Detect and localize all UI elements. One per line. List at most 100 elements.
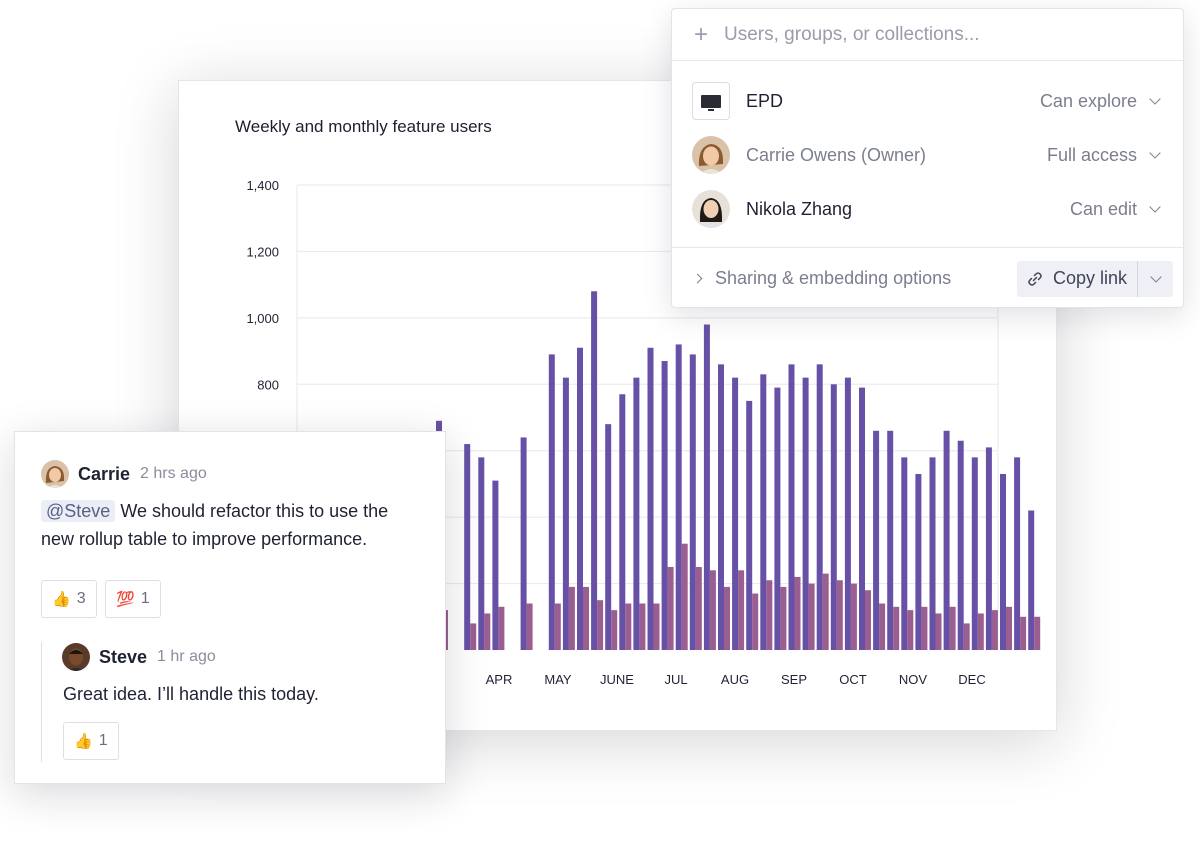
monthly-bar xyxy=(695,566,702,650)
x-tick-label: JUNE xyxy=(600,672,634,687)
weekly-bar xyxy=(746,400,753,650)
plus-icon: + xyxy=(694,20,709,48)
weekly-bar xyxy=(985,447,992,650)
reaction-hundred[interactable]: 💯 1 xyxy=(105,580,161,618)
copy-link-dropdown[interactable] xyxy=(1137,260,1173,297)
weekly-bar xyxy=(1000,473,1006,650)
reaction-thumbs-up[interactable]: 👍 1 xyxy=(63,722,119,760)
weekly-bar xyxy=(760,374,767,650)
share-row-epd: EPD Can explore xyxy=(692,81,1161,121)
monthly-bar xyxy=(865,590,871,650)
sharing-options-toggle[interactable]: Sharing & embedding options xyxy=(715,268,1017,289)
monthly-bar xyxy=(470,623,477,650)
comment-author[interactable]: Carrie xyxy=(78,464,130,485)
monthly-bar xyxy=(893,606,900,650)
weekly-bar xyxy=(901,457,908,650)
comment-author[interactable]: Steve xyxy=(99,647,147,668)
avatar xyxy=(692,136,730,174)
weekly-bar xyxy=(520,437,527,650)
x-tick-label: JUL xyxy=(664,672,687,687)
permission-dropdown[interactable]: Can explore xyxy=(1039,90,1161,112)
monthly-bar xyxy=(949,606,956,650)
monthly-bar xyxy=(822,573,829,650)
y-tick-label: 1,400 xyxy=(246,178,279,193)
avatar xyxy=(692,190,730,228)
share-search-input[interactable]: + Users, groups, or collections... xyxy=(672,9,1183,61)
monthly-bar xyxy=(738,570,745,650)
permission-label: Can explore xyxy=(1039,90,1137,111)
x-tick-label: APR xyxy=(486,672,513,687)
x-tick-label: DEC xyxy=(958,672,985,687)
chevron-right-icon xyxy=(692,273,703,284)
permission-label: Full access xyxy=(1046,144,1137,165)
weekly-bar xyxy=(873,430,880,650)
monthly-bar xyxy=(850,583,857,650)
chevron-down-icon xyxy=(1149,93,1161,105)
monthly-bar xyxy=(597,600,604,650)
weekly-bar xyxy=(605,424,612,650)
weekly-bar xyxy=(718,364,724,650)
chevron-down-icon xyxy=(1149,270,1162,283)
comment-text: @Steve We should refactor this to use th… xyxy=(41,497,431,553)
monthly-bar xyxy=(484,613,491,650)
reply-text: Great idea. I’ll handle this today. xyxy=(63,684,319,704)
monthly-bar xyxy=(780,586,787,650)
x-tick-label: OCT xyxy=(839,672,867,687)
copy-link-label: Copy link xyxy=(1052,268,1127,288)
monthly-bar xyxy=(568,586,575,650)
monthly-bar xyxy=(639,603,646,650)
weekly-bar xyxy=(478,457,485,650)
weekly-bar xyxy=(675,344,682,650)
weekly-bar xyxy=(1014,457,1021,650)
monthly-bar xyxy=(554,603,561,650)
link-icon xyxy=(1028,271,1042,286)
reaction-count: 1 xyxy=(140,590,150,607)
weekly-bar xyxy=(591,291,598,650)
monthly-bar xyxy=(766,580,773,650)
mention-chip[interactable]: @Steve xyxy=(41,500,116,522)
monthly-bar xyxy=(611,610,618,650)
weekly-bar xyxy=(830,384,837,650)
permission-label: Can edit xyxy=(1069,198,1137,219)
reply-header: Steve 1 hr ago xyxy=(62,643,216,671)
monthly-bar xyxy=(935,613,942,650)
copy-link-button[interactable]: Copy link xyxy=(1017,261,1137,297)
y-tick-label: 800 xyxy=(257,377,279,392)
monthly-bar xyxy=(526,603,533,650)
x-tick-label: AUG xyxy=(721,672,749,687)
chevron-down-icon xyxy=(1149,147,1161,159)
chevron-down-icon xyxy=(1149,201,1161,213)
weekly-bar xyxy=(887,430,894,650)
share-footer: Sharing & embedding options Copy link xyxy=(672,247,1183,309)
monthly-bar xyxy=(583,586,589,650)
weekly-bar xyxy=(915,473,922,650)
monthly-bar xyxy=(836,580,843,650)
reaction-thumbs-up[interactable]: 👍 3 xyxy=(41,580,97,618)
weekly-bar xyxy=(774,387,781,650)
share-row-nikola: Nikola Zhang Can edit xyxy=(692,189,1161,229)
permission-dropdown[interactable]: Can edit xyxy=(1069,198,1161,220)
permission-dropdown[interactable]: Full access xyxy=(1046,144,1161,166)
comment-line: new rollup table to improve performance. xyxy=(41,529,368,549)
monthly-bar xyxy=(653,603,660,650)
monthly-bar xyxy=(991,610,998,650)
weekly-bar xyxy=(619,394,626,650)
hundred-points-icon: 💯 xyxy=(116,591,135,608)
monthly-bar xyxy=(977,613,984,650)
weekly-bar xyxy=(971,457,978,650)
y-tick-label: 1,000 xyxy=(246,311,279,326)
share-panel: + Users, groups, or collections... EPD C… xyxy=(671,8,1184,308)
monthly-bar xyxy=(1020,616,1027,650)
weekly-bar xyxy=(957,440,964,650)
weekly-bar xyxy=(689,354,696,650)
comment-timestamp: 2 hrs ago xyxy=(140,465,207,482)
monthly-bar xyxy=(625,603,632,650)
monthly-bar xyxy=(794,576,801,650)
avatar xyxy=(62,643,90,671)
weekly-bar xyxy=(562,377,569,650)
weekly-bar xyxy=(577,347,583,650)
thumbs-up-icon: 👍 xyxy=(74,733,93,750)
monthly-bar xyxy=(808,583,815,650)
monthly-bar xyxy=(879,603,886,650)
weekly-bar xyxy=(492,480,499,650)
